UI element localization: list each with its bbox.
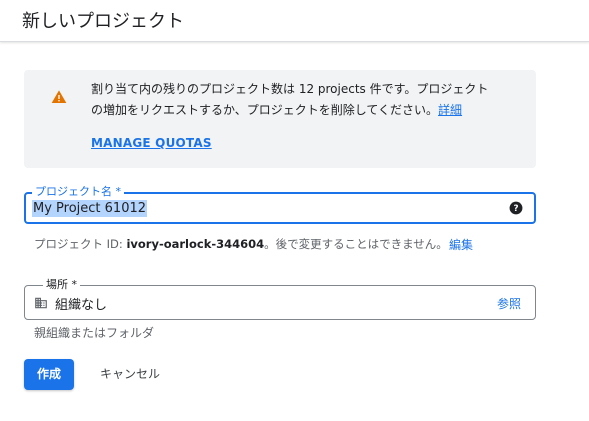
project-name-input[interactable]: My Project 61012 bbox=[32, 200, 148, 217]
location-label: 場所 * bbox=[43, 278, 80, 292]
page-title: 新しいプロジェクト bbox=[22, 11, 184, 32]
quota-notice: 割り当て内の残りのプロジェクト数は 12 projects 件です。プロジェクト… bbox=[24, 70, 536, 168]
project-id-value: ivory-oarlock-344604 bbox=[126, 237, 265, 251]
project-name-field[interactable]: プロジェクト名 * My Project 61012 ? bbox=[24, 185, 536, 224]
notice-text: 割り当て内の残りのプロジェクト数は 12 projects 件です。プロジェクト… bbox=[91, 79, 527, 121]
project-id-hint: プロジェクト ID: ivory-oarlock-344604。後で変更すること… bbox=[34, 236, 448, 252]
cancel-button[interactable]: キャンセル bbox=[90, 359, 170, 390]
create-button[interactable]: 作成 bbox=[24, 359, 74, 390]
edit-project-id-link[interactable]: 編集 bbox=[449, 236, 473, 253]
help-icon[interactable]: ? bbox=[509, 201, 523, 215]
page-header: 新しいプロジェクト bbox=[0, 0, 589, 42]
project-name-label: プロジェクト名 * bbox=[32, 185, 124, 199]
location-field[interactable]: 場所 * 組織なし 参照 bbox=[24, 278, 536, 320]
location-hint: 親組織またはフォルダ bbox=[34, 326, 155, 340]
project-id-prefix: プロジェクト ID: bbox=[34, 237, 127, 251]
notice-line-2-text: の増加をリクエストするか、プロジェクトを削除してください。 bbox=[91, 103, 439, 117]
details-link[interactable]: 詳細 bbox=[438, 103, 462, 117]
notice-line-1: 割り当て内の残りのプロジェクト数は 12 projects 件です。プロジェクト bbox=[91, 82, 489, 96]
organization-icon bbox=[35, 297, 47, 309]
svg-text:?: ? bbox=[513, 204, 518, 214]
browse-link[interactable]: 参照 bbox=[497, 295, 521, 312]
manage-quotas-link[interactable]: MANAGE QUOTAS bbox=[91, 136, 212, 150]
notice-line-2: の増加をリクエストするか、プロジェクトを削除してください。詳細 bbox=[91, 100, 527, 121]
location-value: 組織なし bbox=[55, 298, 108, 313]
project-id-suffix: 。後で変更することはできません。 bbox=[264, 237, 448, 251]
warning-icon bbox=[51, 90, 67, 103]
